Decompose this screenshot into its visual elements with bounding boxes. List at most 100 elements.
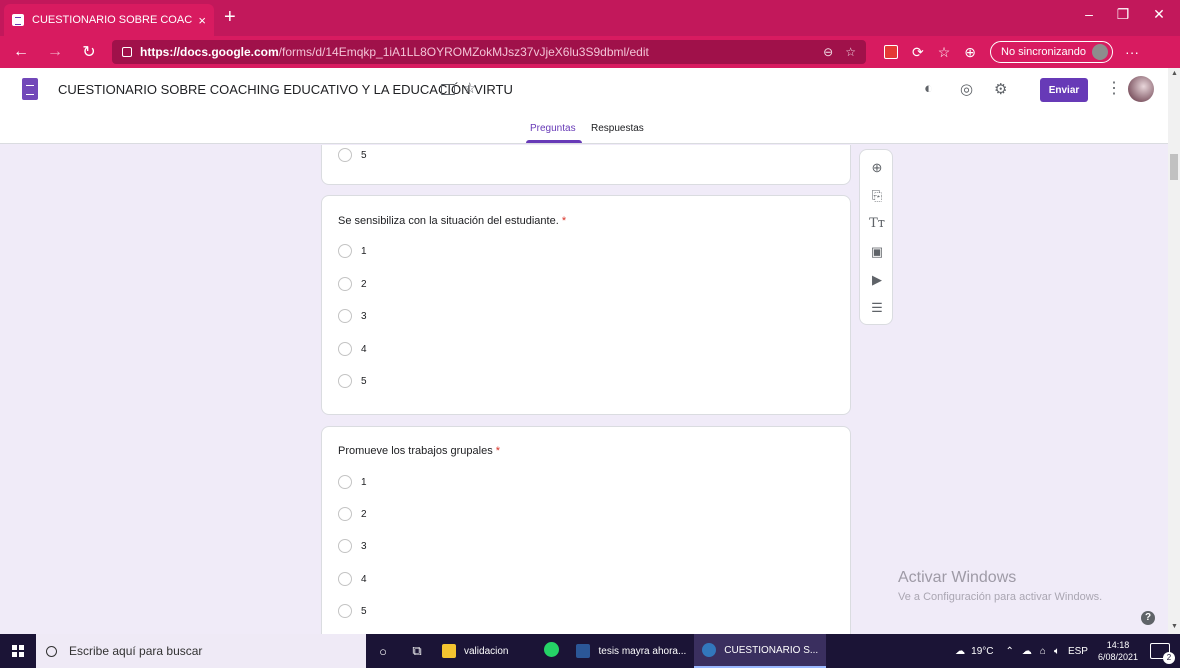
notifications-icon[interactable]: 2 (1150, 643, 1175, 664)
active-tab-indicator (526, 140, 582, 143)
google-forms-logo-icon[interactable] (22, 78, 38, 100)
lock-icon (122, 47, 132, 57)
restore-icon[interactable]: ❐ (1108, 6, 1138, 23)
radio-option[interactable]: 1 (338, 244, 367, 258)
refresh-icon[interactable]: ↻ (76, 42, 102, 62)
forms-header: CUESTIONARIO SOBRE COACHING EDUCATIVO Y … (0, 68, 1168, 144)
radio-button[interactable] (338, 572, 352, 586)
radio-option[interactable]: 4 (338, 342, 367, 356)
profile-sync-button[interactable]: No sincronizando (990, 41, 1114, 63)
radio-button[interactable] (338, 604, 352, 618)
radio-option[interactable]: 5 (338, 374, 367, 388)
option-label: 4 (361, 573, 367, 585)
question-card[interactable]: 5 (321, 145, 851, 185)
scroll-down-icon[interactable]: ▼ (1171, 623, 1178, 630)
radio-button[interactable] (338, 148, 352, 162)
question-title: Se sensibiliza con la situación del estu… (338, 215, 567, 227)
task-view-icon[interactable]: ⧉ (400, 643, 434, 659)
taskbar-app-edge[interactable]: CUESTIONARIO S... (694, 634, 827, 668)
palette-icon[interactable]: ◐ (924, 80, 933, 97)
radio-button[interactable] (338, 507, 352, 521)
star-icon[interactable]: ☆ (463, 79, 476, 97)
page-scrollbar[interactable]: ▲ ▼ (1168, 68, 1180, 634)
onedrive-icon[interactable]: ☁ (1022, 646, 1032, 657)
language-indicator[interactable]: ESP (1068, 646, 1088, 657)
weather-temp[interactable]: 19°C (971, 646, 993, 657)
network-icon[interactable]: ⌂ (1040, 646, 1046, 657)
radio-button[interactable] (338, 539, 352, 553)
collections-icon[interactable]: ⊕ (964, 44, 976, 61)
tab-responses[interactable]: Respuestas (591, 123, 644, 134)
settings-gear-icon[interactable]: ⚙ (994, 80, 1007, 98)
radio-option[interactable]: 5 (338, 148, 367, 162)
radio-option[interactable]: 5 (338, 604, 367, 618)
address-bar[interactable]: https://docs.google.com /forms/d/14Emqkp… (112, 40, 866, 64)
radio-option[interactable]: 2 (338, 277, 367, 291)
clock[interactable]: 14:18 6/08/2021 (1098, 639, 1138, 663)
extensions-puzzle-icon[interactable]: ⟳ (912, 44, 924, 61)
weather-icon[interactable]: ☁ (955, 646, 965, 657)
option-label: 3 (361, 540, 367, 552)
forward-icon[interactable]: → (42, 43, 68, 61)
user-avatar[interactable] (1128, 76, 1154, 102)
search-placeholder: Escribe aquí para buscar (69, 644, 203, 658)
volume-icon[interactable]: 🔈︎ (1054, 646, 1060, 657)
option-label: 5 (361, 149, 367, 161)
question-card[interactable]: Se sensibiliza con la situación del estu… (321, 195, 851, 415)
radio-button[interactable] (338, 374, 352, 388)
browser-menu-icon[interactable]: ··· (1125, 44, 1139, 60)
preview-eye-icon[interactable]: ◎ (960, 80, 973, 98)
tab-questions[interactable]: Preguntas (530, 123, 576, 134)
add-video-icon[interactable]: ▶ (860, 272, 894, 288)
taskbar-search[interactable]: Escribe aquí para buscar (36, 634, 366, 668)
radio-button[interactable] (338, 309, 352, 323)
option-label: 4 (361, 343, 367, 355)
add-title-icon[interactable]: Tт (860, 216, 894, 231)
radio-button[interactable] (338, 244, 352, 258)
taskbar-app-explorer[interactable]: validacion (434, 634, 516, 668)
cortana-icon[interactable]: ○ (366, 644, 400, 659)
tray-chevron-icon[interactable]: ⌃ (1006, 646, 1014, 657)
option-label: 5 (361, 605, 367, 617)
radio-option[interactable]: 1 (338, 475, 367, 489)
back-icon[interactable]: ← (8, 43, 34, 61)
radio-option[interactable]: 4 (338, 572, 367, 586)
minimize-icon[interactable]: – (1074, 6, 1104, 22)
add-section-icon[interactable]: ☰ (860, 300, 894, 316)
close-window-icon[interactable]: ✕ (1144, 6, 1174, 23)
question-tools-sidebar: ⊕ ⎘ Tт ▣ ▶ ☰ (859, 149, 893, 325)
more-options-icon[interactable]: ⋮ (1106, 78, 1122, 98)
move-to-folder-icon[interactable] (441, 84, 455, 95)
radio-button[interactable] (338, 342, 352, 356)
question-title: Promueve los trabajos grupales * (338, 445, 501, 457)
add-question-icon[interactable]: ⊕ (860, 160, 894, 176)
browser-tab[interactable]: CUESTIONARIO SOBRE COACHIN × (4, 4, 214, 36)
new-tab-button[interactable]: + (224, 5, 236, 29)
taskbar-app-word[interactable]: tesis mayra ahora... (568, 634, 694, 668)
zoom-icon[interactable]: ⊖ (823, 45, 833, 59)
forms-favicon-icon (12, 14, 24, 26)
import-questions-icon[interactable]: ⎘ (860, 188, 894, 204)
send-button[interactable]: Enviar (1040, 78, 1088, 102)
extension-icon[interactable] (884, 45, 898, 59)
radio-option[interactable]: 3 (338, 309, 367, 323)
add-image-icon[interactable]: ▣ (860, 244, 894, 260)
search-icon (46, 645, 57, 657)
whatsapp-icon[interactable] (534, 642, 568, 660)
tab-close-icon[interactable]: × (198, 13, 206, 28)
word-icon (576, 644, 591, 658)
radio-button[interactable] (338, 277, 352, 291)
favorites-icon[interactable]: ☆ (938, 44, 951, 61)
scrollbar-thumb[interactable] (1170, 154, 1178, 180)
radio-option[interactable]: 3 (338, 539, 367, 553)
start-button[interactable] (4, 634, 32, 668)
favorite-add-icon[interactable]: ☆ (845, 45, 856, 59)
radio-option[interactable]: 2 (338, 507, 367, 521)
radio-button[interactable] (338, 475, 352, 489)
browser-toolbar: ← → ↻ https://docs.google.com /forms/d/1… (0, 36, 1180, 68)
scroll-up-icon[interactable]: ▲ (1171, 70, 1178, 77)
question-card[interactable]: Promueve los trabajos grupales * 1 2 3 4… (321, 426, 851, 634)
notification-count: 2 (1163, 652, 1175, 664)
option-label: 2 (361, 508, 367, 520)
help-icon[interactable]: ? (1141, 611, 1155, 625)
